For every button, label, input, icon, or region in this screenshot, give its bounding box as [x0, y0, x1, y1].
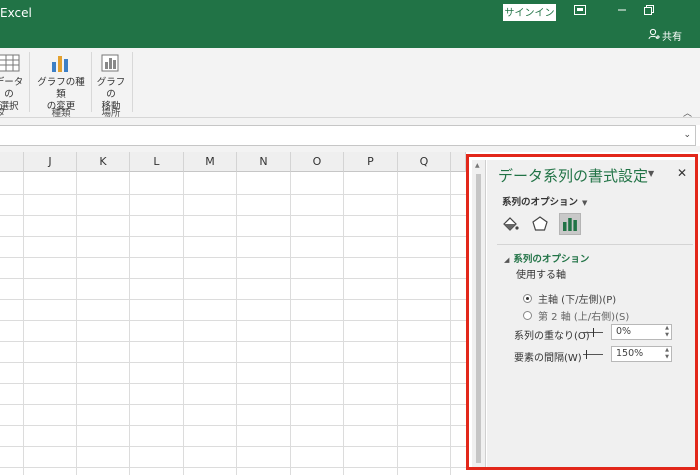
move-chart-icon	[101, 54, 119, 72]
column-header-partial[interactable]	[451, 152, 466, 172]
highlight-frame	[466, 154, 698, 470]
column-header-partial[interactable]	[0, 152, 24, 172]
column-header-m[interactable]: M	[184, 152, 237, 172]
gridline	[183, 172, 184, 475]
column-header-o[interactable]: O	[291, 152, 344, 172]
expand-formula-bar-icon[interactable]: ⌄	[683, 130, 691, 140]
move-chart-button[interactable]: グラフの 移動	[94, 52, 128, 113]
move-chart-label-1: グラフの	[96, 77, 126, 100]
select-data-button[interactable]: データの 選択	[0, 52, 24, 113]
user-icon	[648, 28, 660, 43]
share-label: 共有	[662, 32, 682, 43]
ribbon: データの 選択 ダ グラフの種類 の変更 種類 グラフの 移動 場所 ︿	[0, 48, 700, 119]
app-title: Excel	[0, 6, 32, 20]
gridline	[0, 236, 466, 237]
change-chart-type-button[interactable]: グラフの種類 の変更	[34, 52, 88, 113]
column-header-n[interactable]: N	[237, 152, 291, 172]
gridline	[0, 320, 466, 321]
gridline	[450, 172, 451, 475]
group-label-type: 種類	[51, 108, 71, 119]
select-data-icon	[0, 54, 20, 72]
ribbon-separator	[132, 52, 133, 112]
gridline	[290, 172, 291, 475]
gridline	[397, 172, 398, 475]
gridline	[0, 278, 466, 279]
gridline	[0, 194, 466, 195]
gridline	[0, 299, 466, 300]
signin-button[interactable]: サインイン	[503, 4, 556, 21]
group-label-data: ダ	[0, 108, 6, 119]
title-bar: Excel サインイン 共有	[0, 0, 700, 48]
minimize-icon[interactable]	[613, 4, 631, 20]
select-data-label-1: データの	[0, 77, 24, 100]
column-header-k[interactable]: K	[77, 152, 130, 172]
change-chart-type-icon	[52, 56, 68, 72]
gridline	[0, 257, 466, 258]
gridline	[236, 172, 237, 475]
formula-bar-spacer	[0, 118, 700, 125]
gridline	[0, 362, 466, 363]
formula-bar-input[interactable]: ⌄	[0, 125, 696, 146]
gridline	[0, 404, 466, 405]
gridline	[0, 446, 466, 447]
column-header-j[interactable]: J	[24, 152, 77, 172]
gridline	[129, 172, 130, 475]
gridline	[0, 383, 466, 384]
gridline	[23, 172, 24, 475]
gridline	[0, 341, 466, 342]
ribbon-display-options-icon[interactable]	[571, 4, 589, 20]
ribbon-separator	[29, 52, 30, 112]
group-label-location: 場所	[101, 108, 121, 119]
change-chart-type-label-1: グラフの種類	[37, 77, 85, 100]
restore-icon[interactable]	[640, 4, 658, 20]
gridline	[343, 172, 344, 475]
gridline	[76, 172, 77, 475]
column-header-q[interactable]: Q	[398, 152, 451, 172]
gridline	[0, 467, 466, 468]
column-header-p[interactable]: P	[344, 152, 398, 172]
share-button[interactable]: 共有	[648, 28, 682, 43]
gridline	[0, 215, 466, 216]
worksheet-grid[interactable]: J K L M N O P Q	[0, 152, 466, 475]
column-header-l[interactable]: L	[130, 152, 184, 172]
ribbon-separator	[91, 52, 92, 112]
gridline	[0, 425, 466, 426]
